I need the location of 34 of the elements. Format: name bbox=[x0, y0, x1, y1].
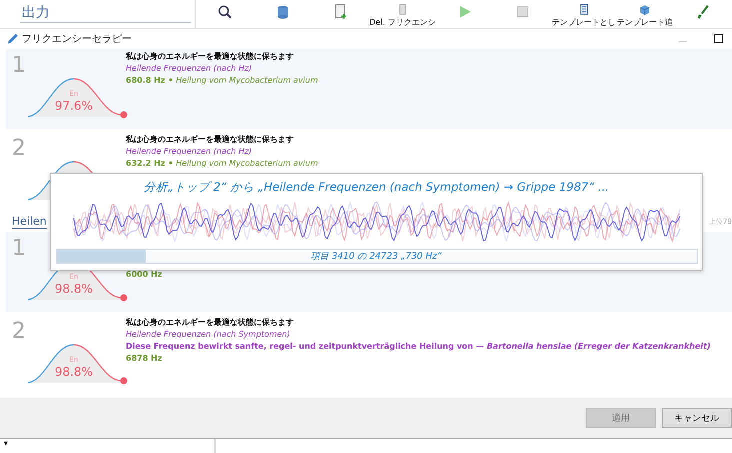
document-add-icon bbox=[332, 4, 349, 20]
brush-icon bbox=[695, 4, 711, 20]
rank-number: 2 bbox=[12, 319, 26, 344]
toolbar-button[interactable]: Del. フリクエンシ bbox=[370, 0, 436, 28]
toolbar-button[interactable]: テンプレートとし bbox=[552, 0, 616, 28]
play-icon bbox=[457, 4, 473, 20]
affirmation-title: 私は心身のエネルギーを最適な状態に保ちます bbox=[126, 318, 295, 328]
toolbar-button[interactable]: テンプレート追 bbox=[616, 0, 674, 28]
magnifier-icon bbox=[216, 4, 233, 20]
match-percent: 98.8% bbox=[54, 282, 94, 296]
category-text: Heilende Frequenzen (nach Hz) bbox=[126, 64, 254, 74]
rank-number: 1 bbox=[12, 53, 26, 78]
description-text: Diese Frequenz bewirkt sanfte, regel- und zeitpunktverträgliche Heilung von — Bartonella henslae (Erreger der Katzenkrankheit) bbox=[126, 342, 711, 352]
pen-icon bbox=[6, 33, 18, 45]
match-percent: 97.6% bbox=[54, 99, 94, 113]
dialog-button[interactable]: キャンセル bbox=[662, 408, 732, 428]
group-heading: Heilen bbox=[12, 215, 47, 229]
category-text: Heilende Frequenzen (nach Symptomen) bbox=[126, 330, 292, 340]
affirmation-title: 私は心身のエネルギーを最適な状態に保ちます bbox=[126, 135, 295, 145]
match-percent: 98.8% bbox=[54, 365, 94, 379]
frequency-text: 680.8 Hz • Heilung vom Mycobacterium avium bbox=[126, 76, 318, 86]
stop-icon bbox=[515, 4, 531, 20]
category-text: Heilende Frequenzen (nach Hz) bbox=[126, 147, 254, 157]
frequency-text: 6000 Hz bbox=[126, 270, 162, 280]
output-heading: 出力 bbox=[20, 4, 191, 23]
rank-number: 1 bbox=[12, 236, 26, 261]
progress-text: 項目 3410 の 24723 „730 Hz“ bbox=[310, 250, 443, 264]
rank-number: 2 bbox=[12, 136, 26, 161]
progress-title: 分析„トップ 2“ から „Heilende Frequenzen (nach Symptomen) → Grippe 1987“ ... bbox=[144, 180, 610, 195]
dialog-title: フリクエンシーセラピー bbox=[22, 33, 133, 46]
affirmation-title: 私は心身のエネルギーを最適な状態に保ちます bbox=[126, 52, 295, 62]
frequency-text: 632.2 Hz • Heilung vom Mycobacterium avium bbox=[126, 159, 318, 169]
maximize-icon[interactable] bbox=[714, 34, 724, 44]
frequency-text: 6878 Hz bbox=[126, 354, 164, 364]
